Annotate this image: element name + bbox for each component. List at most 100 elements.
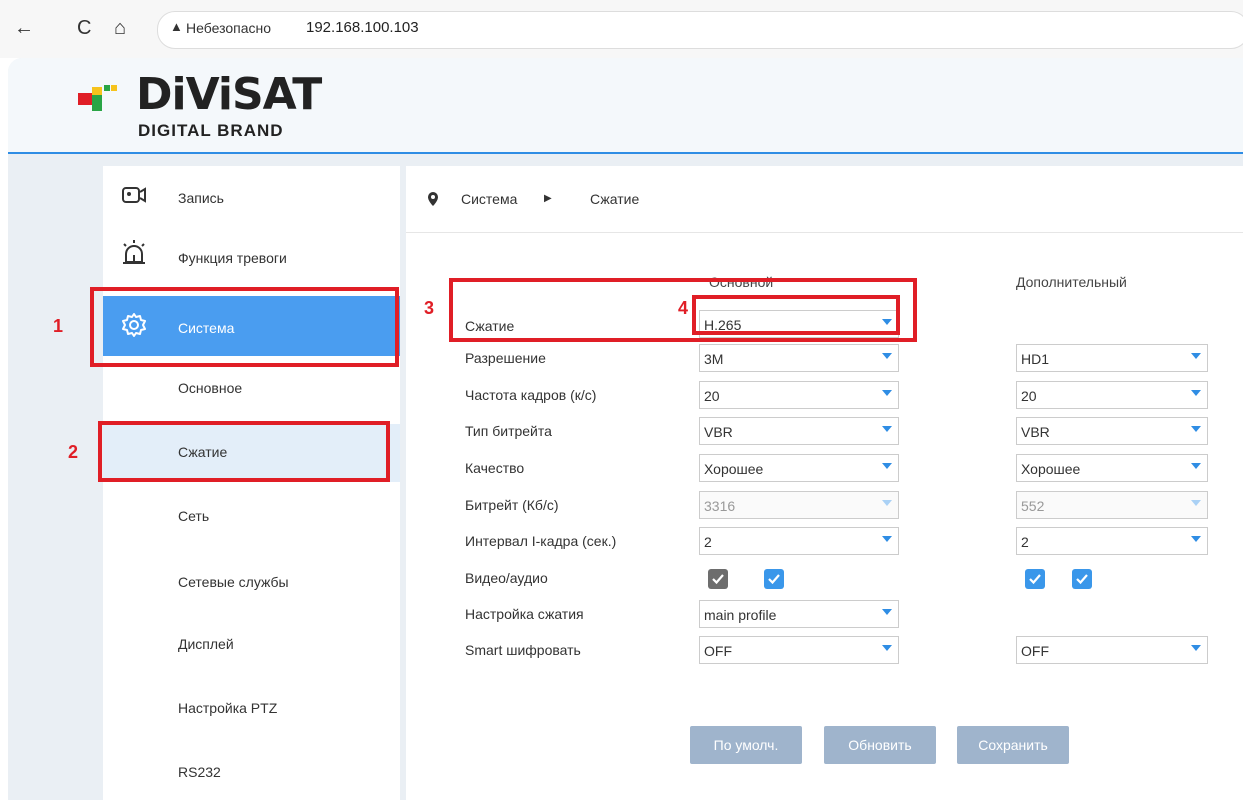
alarm-icon — [123, 240, 145, 264]
select-value: VBR — [704, 424, 733, 440]
label-i-frame-interval: Интервал I-кадра (сек.) — [465, 533, 617, 549]
browser-toolbar: ← C ⌂ ▲ Небезопасно 192.168.100.103 — [0, 0, 1243, 58]
select-value: VBR — [1021, 424, 1050, 440]
select-quality-main[interactable]: Хорошее — [699, 454, 899, 482]
logo-mark-icon — [78, 85, 117, 111]
chevron-down-icon — [1191, 426, 1201, 432]
sidebar-item-display[interactable]: Дисплей — [103, 612, 400, 674]
select-resolution-main[interactable]: 3M — [699, 344, 899, 372]
select-frame-rate-main[interactable]: 20 — [699, 381, 899, 409]
label-resolution: Разрешение — [465, 350, 546, 366]
select-resolution-extra[interactable]: HD1 — [1016, 344, 1208, 372]
select-value: 2 — [1021, 534, 1029, 550]
reload-icon[interactable]: C — [77, 16, 91, 40]
column-header-extra: Дополнительный — [1016, 274, 1127, 290]
sidebar-item-general[interactable]: Основное — [103, 358, 400, 420]
select-bitrate-type-main[interactable]: VBR — [699, 417, 899, 445]
label-bitrate: Битрейт (Кб/с) — [465, 497, 559, 513]
chevron-down-icon — [882, 609, 892, 615]
chevron-down-icon — [882, 353, 892, 359]
select-bitrate-type-extra[interactable]: VBR — [1016, 417, 1208, 445]
annotation-number-3: 3 — [424, 298, 435, 318]
select-value: 20 — [704, 388, 720, 404]
sidebar-item-network[interactable]: Сеть — [103, 486, 400, 548]
breadcrumb-separator-icon: ▶ — [544, 193, 552, 204]
sidebar-item-label: Основное — [178, 380, 243, 396]
label-quality: Качество — [465, 460, 525, 476]
chevron-down-icon — [882, 426, 892, 432]
audio-checkbox-main[interactable] — [764, 569, 784, 589]
check-icon — [712, 574, 724, 585]
select-value: OFF — [1021, 643, 1049, 659]
chevron-down-icon — [1191, 463, 1201, 469]
video-checkbox-main[interactable] — [708, 569, 728, 589]
default-button[interactable]: По умолч. — [690, 726, 802, 764]
logo-brand: DiViSAT — [136, 69, 322, 120]
select-value: HD1 — [1021, 351, 1050, 367]
select-value: Хорошее — [704, 461, 764, 477]
chevron-down-icon — [1191, 390, 1201, 396]
chevron-down-icon — [882, 500, 892, 506]
select-i-frame-main[interactable]: 2 — [699, 527, 899, 555]
chevron-down-icon — [1191, 536, 1201, 542]
select-value: main profile — [704, 607, 777, 623]
select-smart-encode-extra[interactable]: OFF — [1016, 636, 1208, 664]
back-arrow-icon[interactable]: ← — [14, 16, 34, 40]
video-checkbox-extra[interactable] — [1025, 569, 1045, 589]
check-icon — [768, 574, 780, 585]
sidebar-item-label: Функция тревоги — [178, 250, 287, 266]
chevron-down-icon — [1191, 645, 1201, 651]
chevron-down-icon — [882, 390, 892, 396]
chevron-down-icon — [1191, 500, 1201, 506]
sidebar-item-label: RS232 — [178, 764, 221, 780]
annotation-number-4: 4 — [678, 298, 689, 318]
label-frame-rate: Частота кадров (к/с) — [465, 387, 597, 403]
location-pin-icon — [428, 192, 438, 206]
app-header: DiViSAT DIGITAL BRAND — [8, 58, 1243, 154]
select-value: OFF — [704, 643, 732, 659]
save-button[interactable]: Сохранить — [957, 726, 1069, 764]
audio-checkbox-extra[interactable] — [1072, 569, 1092, 589]
sidebar-item-label: Запись — [178, 190, 224, 206]
annotation-number-2: 2 — [68, 442, 79, 462]
warning-icon[interactable]: ▲ — [170, 19, 183, 34]
annotation-number-1: 1 — [53, 316, 64, 336]
breadcrumb-system[interactable]: Система — [461, 191, 517, 207]
sidebar-item-record[interactable]: Запись — [103, 166, 400, 228]
sidebar: Запись Функция тревоги Система Основное — [103, 166, 400, 800]
breadcrumb-compression: Сжатие — [590, 191, 640, 207]
chevron-down-icon — [882, 536, 892, 542]
select-i-frame-extra[interactable]: 2 — [1016, 527, 1208, 555]
select-profile-main[interactable]: main profile — [699, 600, 899, 628]
sidebar-item-label: Настройка PTZ — [178, 700, 278, 716]
select-value: 552 — [1021, 498, 1045, 514]
insecure-label[interactable]: Небезопасно — [186, 20, 271, 36]
home-icon[interactable]: ⌂ — [114, 16, 126, 40]
select-quality-extra[interactable]: Хорошее — [1016, 454, 1208, 482]
select-value: 3M — [704, 351, 724, 367]
main-content: Система ▶ Сжатие Основной Дополнительный… — [406, 166, 1243, 800]
select-value: 3316 — [704, 498, 736, 514]
label-video-audio: Видео/аудио — [465, 570, 548, 586]
select-frame-rate-extra[interactable]: 20 — [1016, 381, 1208, 409]
select-value: 2 — [704, 534, 712, 550]
url-text[interactable]: 192.168.100.103 — [306, 19, 419, 36]
divider — [406, 232, 1243, 233]
select-bitrate-extra[interactable]: 552 — [1016, 491, 1208, 519]
sidebar-item-ptz[interactable]: Настройка PTZ — [103, 676, 400, 738]
select-bitrate-main[interactable]: 3316 — [699, 491, 899, 519]
annotation-box-4 — [692, 295, 900, 335]
camera-icon — [122, 187, 146, 203]
refresh-button[interactable]: Обновить — [824, 726, 936, 764]
label-bitrate-type: Тип битрейта — [465, 423, 552, 439]
sidebar-item-network-services[interactable]: Сетевые службы — [103, 550, 400, 612]
sidebar-item-label: Дисплей — [178, 636, 234, 652]
sidebar-item-alarm[interactable]: Функция тревоги — [103, 230, 400, 292]
sidebar-item-rs232[interactable]: RS232 — [103, 738, 400, 800]
chevron-down-icon — [1191, 353, 1201, 359]
sidebar-item-label: Сетевые службы — [178, 574, 289, 590]
select-smart-encode-main[interactable]: OFF — [699, 636, 899, 664]
select-value: Хорошее — [1021, 461, 1081, 477]
check-icon — [1076, 574, 1088, 585]
annotation-box-2 — [98, 421, 390, 482]
